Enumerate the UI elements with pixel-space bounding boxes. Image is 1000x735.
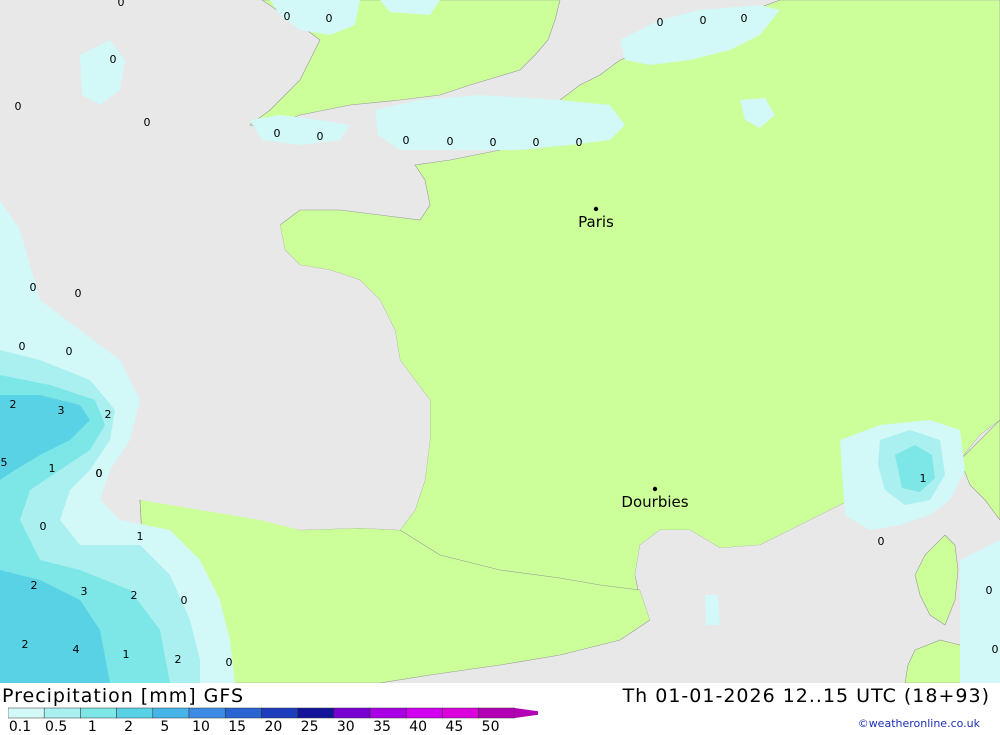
legend-swatch [116,707,154,719]
precip-label: 1 [137,530,144,543]
legend-swatch [333,707,371,719]
precip-label: 4 [73,643,80,656]
legend-swatch [188,707,226,719]
city-label-dourbies: Dourbies [621,493,688,511]
precip-label: 0 [986,584,993,597]
precip-label: 0 [317,130,324,143]
precip-label: 0 [144,116,151,129]
precip-label: 0 [657,16,664,29]
legend-swatch [369,707,407,719]
precip-label: 5 [1,456,8,469]
precip-label: 2 [131,589,138,602]
precip-label: 2 [105,408,112,421]
precip-label: 0 [576,136,583,149]
legend-swatch [478,707,516,719]
precipitation-map: Paris Dourbies 0 0 0 0 0 0 0 0 0 0 0 0 0… [0,0,1000,684]
city-label-paris: Paris [578,213,614,231]
precip-label: 0 [15,100,22,113]
precip-label: 2 [22,638,29,651]
map-canvas: Paris Dourbies 0 0 0 0 0 0 0 0 0 0 0 0 0… [0,0,1000,684]
precip-label: 0 [96,467,103,480]
precip-label: 1 [123,648,130,661]
legend-swatch [442,707,479,719]
precip-label: 0 [274,127,281,140]
precip-label: 2 [31,579,38,592]
precip-label: 0 [181,594,188,607]
precip-label: 0 [326,12,333,25]
legend-swatch [43,707,81,719]
precip-label: 3 [81,585,88,598]
precip-label: 0 [741,12,748,25]
forecast-timestamp: Th 01-01-2026 12..15 UTC (18+93) [622,685,990,707]
legend-swatch [152,707,190,719]
precip-label: 0 [118,0,125,9]
precip-label: 3 [58,404,65,417]
map-footer: Precipitation [mm] GFS Th 01-01-2026 12.… [0,683,1000,735]
precip-label: 0 [533,136,540,149]
precip-label: 0 [226,656,233,669]
legend-swatch [261,707,298,719]
precip-label: 0 [447,135,454,148]
precip-label: 0 [490,136,497,149]
precip-label: 0 [110,53,117,66]
precip-label: 0 [40,520,47,533]
precip-label: 0 [700,14,707,27]
precip-label: 0 [75,287,82,300]
precip-label: 0 [66,345,73,358]
legend-swatch [405,707,443,719]
legend-swatch [297,707,335,719]
precip-label: 0 [403,134,410,147]
credit-link[interactable]: ©weatheronline.co.uk [858,717,980,730]
legend-arrow [514,708,538,718]
precip-label: 2 [10,398,17,411]
precip-label: 1 [49,462,56,475]
map-title: Precipitation [mm] GFS [2,685,245,707]
precip-label: 0 [992,643,999,656]
legend-swatch [8,707,45,719]
precip-label: 0 [284,10,291,23]
precip-label: 1 [920,472,927,485]
precip-label: 2 [175,653,182,666]
precip-label: 0 [19,340,26,353]
legend-swatch [224,707,262,719]
precip-label: 0 [30,281,37,294]
legend-swatch [80,707,117,719]
precip-label: 0 [878,535,885,548]
